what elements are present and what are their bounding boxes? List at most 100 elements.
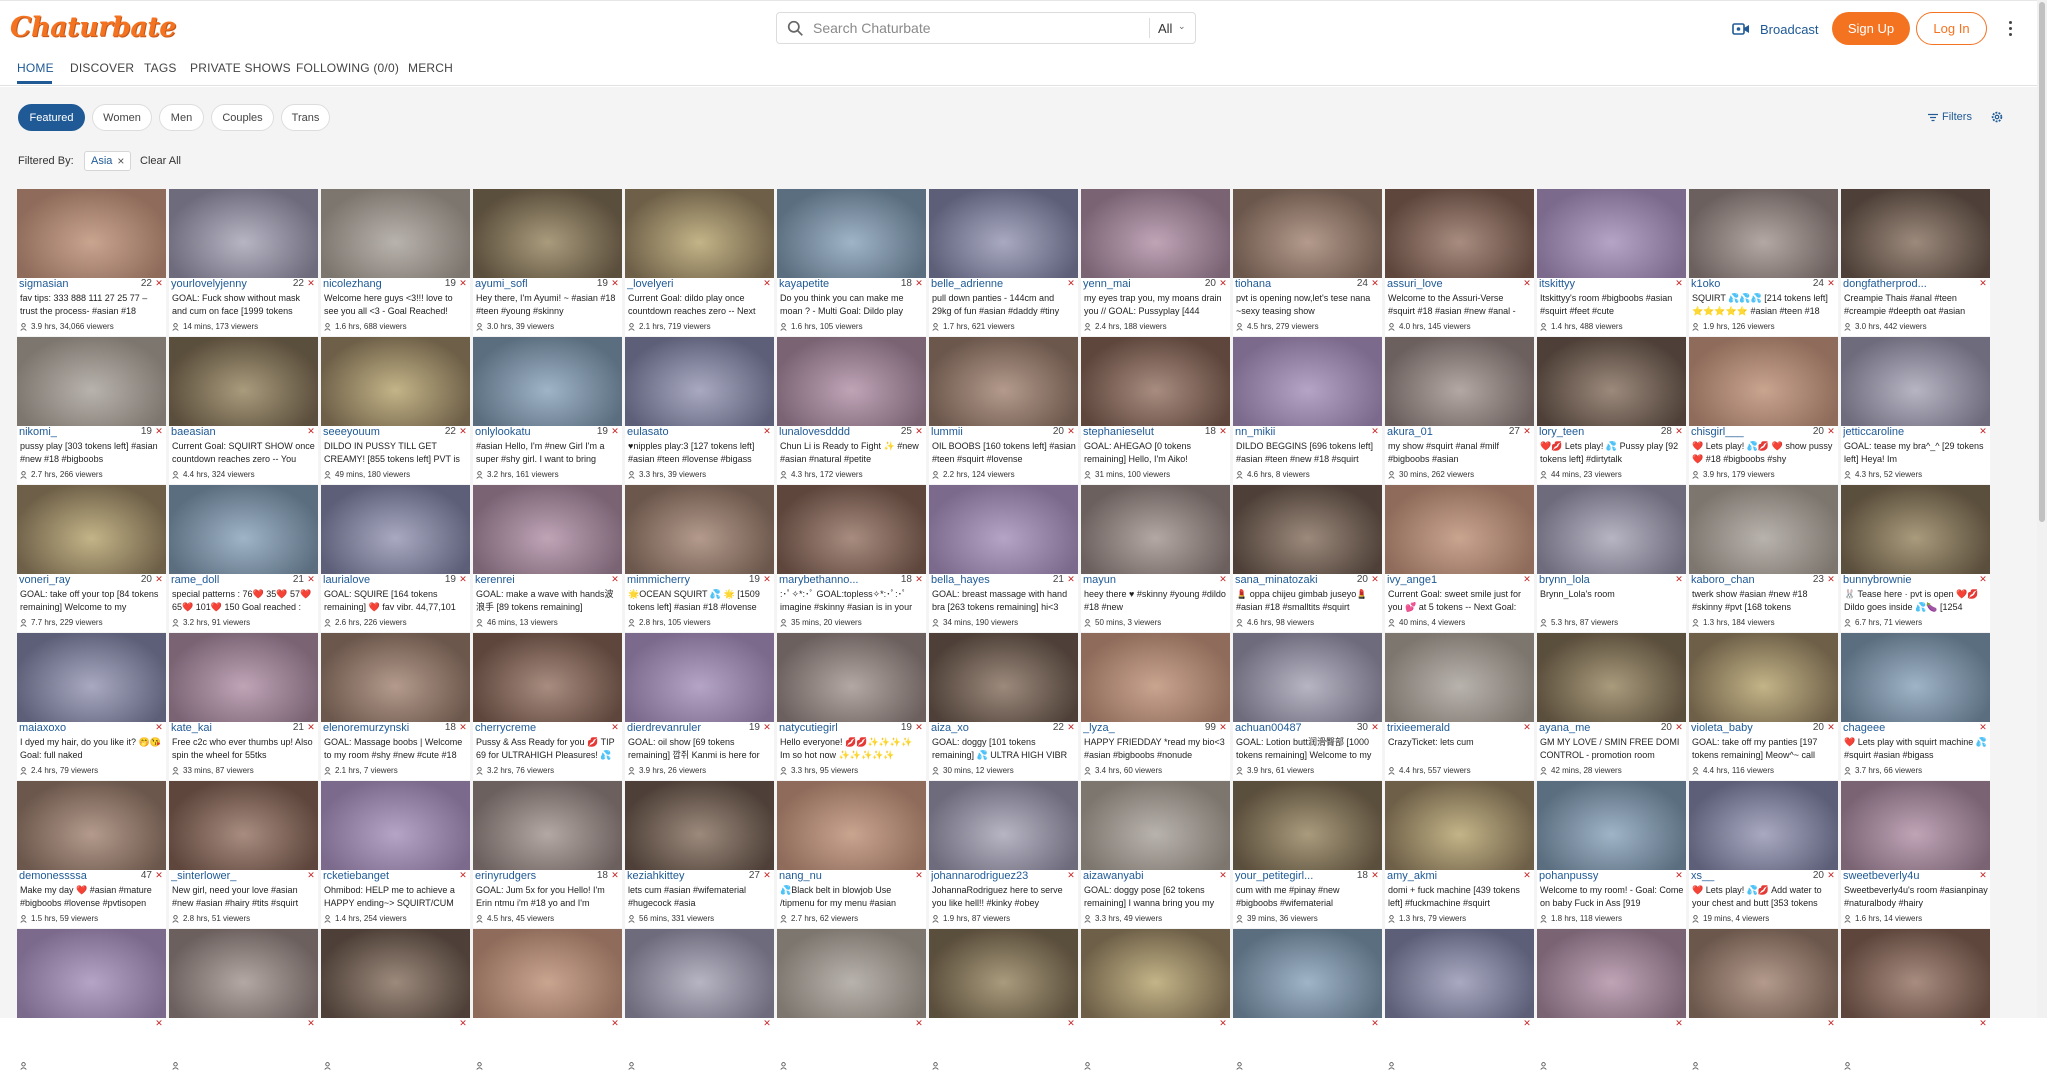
room-thumbnail[interactable] — [321, 485, 470, 574]
page-scrollbar[interactable] — [2037, 0, 2047, 1018]
room-username[interactable]: ivy_ange1 — [1387, 574, 1497, 586]
room-username[interactable]: jetticcaroline — [1843, 426, 1953, 438]
room-username[interactable]: chageee — [1843, 722, 1953, 734]
room-username[interactable] — [1843, 1018, 1953, 1030]
room-card[interactable]: ✕ — [1841, 929, 1990, 1076]
room-username[interactable]: pohanpussy — [1539, 870, 1649, 882]
category-trans[interactable]: Trans — [281, 104, 330, 131]
room-card[interactable]: chisgirl___ 20 ✕ ❤️ Lets play! 💦💋 ❤️ show p… — [1689, 337, 1838, 484]
room-thumbnail[interactable] — [17, 633, 166, 722]
room-thumbnail[interactable] — [1689, 929, 1838, 1018]
room-card[interactable]: ✕ — [1081, 929, 1230, 1076]
room-thumbnail[interactable] — [777, 633, 926, 722]
room-thumbnail[interactable] — [777, 929, 926, 1018]
room-card[interactable]: bella_hayes 21 ✕ GOAL: breast massage with … — [929, 485, 1078, 632]
room-thumbnail[interactable] — [777, 485, 926, 574]
room-card[interactable]: lummii 20 ✕ OIL BOOBS [160 tokens left] #as… — [929, 337, 1078, 484]
room-card[interactable]: yenn_mai 20 ✕ my eyes trap you, my moans dr… — [1081, 189, 1230, 336]
room-card[interactable]: kaboro_chan 23 ✕ twerk show #asian #new #18… — [1689, 485, 1838, 632]
room-thumbnail[interactable] — [1233, 633, 1382, 722]
tab-tags[interactable]: TAGS — [144, 61, 177, 75]
room-thumbnail[interactable] — [929, 633, 1078, 722]
room-card[interactable]: demonessssa 47 ✕ Make my day ❤️ #asian #mat… — [17, 781, 166, 928]
room-card[interactable]: violeta_baby 20 ✕ GOAL: take off my panties… — [1689, 633, 1838, 780]
clear-all-button[interactable]: Clear All — [140, 155, 181, 167]
category-women[interactable]: Women — [92, 104, 152, 131]
filters-button[interactable]: Filters — [1928, 111, 1972, 123]
room-thumbnail[interactable] — [1841, 929, 1990, 1018]
room-username[interactable]: laurialove — [323, 574, 433, 586]
room-username[interactable]: amy_akmi — [1387, 870, 1497, 882]
room-username[interactable] — [627, 1018, 737, 1030]
room-username[interactable]: violeta_baby — [1691, 722, 1801, 734]
room-username[interactable] — [171, 1018, 281, 1030]
room-username[interactable]: aizawanyabi — [1083, 870, 1193, 882]
room-username[interactable]: eulasato — [627, 426, 737, 438]
room-card[interactable]: yourlovelyjenny 22 ✕ GOAL: Fuck show withou… — [169, 189, 318, 336]
room-thumbnail[interactable] — [1233, 189, 1382, 278]
room-thumbnail[interactable] — [1841, 337, 1990, 426]
room-thumbnail[interactable] — [777, 189, 926, 278]
room-card[interactable]: _lyza_ 99 ✕ HAPPY FRIEDDAY *read my bio<3 #… — [1081, 633, 1230, 780]
room-username[interactable]: kate_kai — [171, 722, 281, 734]
tab-discover[interactable]: DISCOVER — [70, 61, 134, 75]
room-username[interactable] — [1083, 1018, 1193, 1030]
room-username[interactable] — [475, 1018, 585, 1030]
room-username[interactable]: trixieemerald — [1387, 722, 1497, 734]
room-username[interactable]: natycutiegirl — [779, 722, 889, 734]
room-card[interactable]: johannarodriguez23 ✕ JohannaRodriguez here… — [929, 781, 1078, 928]
room-thumbnail[interactable] — [777, 781, 926, 870]
room-thumbnail[interactable] — [1537, 337, 1686, 426]
room-username[interactable]: kerenrei — [475, 574, 585, 586]
room-username[interactable]: keziahkittey — [627, 870, 737, 882]
room-card[interactable]: rcketiebanget ✕ Ohmibod: HELP me to achiev… — [321, 781, 470, 928]
room-username[interactable]: bunnybrownie — [1843, 574, 1953, 586]
room-thumbnail[interactable] — [929, 485, 1078, 574]
room-thumbnail[interactable] — [1385, 189, 1534, 278]
room-thumbnail[interactable] — [1081, 189, 1230, 278]
room-thumbnail[interactable] — [1081, 633, 1230, 722]
room-card[interactable]: sana_minatozaki 20 ✕ 💄 oppa chijeu gimbab j… — [1233, 485, 1382, 632]
room-username[interactable]: elenoremurzynski — [323, 722, 433, 734]
room-card[interactable]: k1oko 24 ✕ SQUIRT 💦💦💦 [214 tokens left] ⭐⭐⭐… — [1689, 189, 1838, 336]
room-username[interactable]: assuri_love — [1387, 278, 1497, 290]
room-card[interactable]: ✕ — [17, 929, 166, 1076]
room-thumbnail[interactable] — [1841, 633, 1990, 722]
room-username[interactable]: nn_mikii — [1235, 426, 1345, 438]
room-thumbnail[interactable] — [625, 929, 774, 1018]
room-username[interactable] — [19, 1018, 129, 1030]
room-username[interactable]: bella_hayes — [931, 574, 1041, 586]
room-username[interactable]: sweetbeverly4u — [1843, 870, 1953, 882]
room-thumbnail[interactable] — [169, 929, 318, 1018]
room-thumbnail[interactable] — [1689, 781, 1838, 870]
room-thumbnail[interactable] — [1233, 781, 1382, 870]
room-thumbnail[interactable] — [321, 633, 470, 722]
category-couples[interactable]: Couples — [211, 104, 274, 131]
room-card[interactable]: your_petitegirl... 18 ✕ cum with me #pinay … — [1233, 781, 1382, 928]
room-card[interactable]: ✕ — [1689, 929, 1838, 1076]
room-thumbnail[interactable] — [473, 929, 622, 1018]
room-username[interactable]: itskittyy — [1539, 278, 1649, 290]
log-in-button[interactable]: Log In — [1916, 12, 1987, 45]
room-card[interactable]: sweetbeverly4u ✕ Sweetbeverly4u's room #as… — [1841, 781, 1990, 928]
room-thumbnail[interactable] — [1537, 929, 1686, 1018]
room-username[interactable]: voneri_ray — [19, 574, 129, 586]
room-thumbnail[interactable] — [1385, 633, 1534, 722]
room-username[interactable]: aiza_xo — [931, 722, 1041, 734]
room-card[interactable]: ✕ — [1233, 929, 1382, 1076]
room-thumbnail[interactable] — [17, 337, 166, 426]
room-card[interactable]: trixieemerald ✕ CrazyTicket: lets cum 4.4 h… — [1385, 633, 1534, 780]
room-username[interactable]: your_petitegirl... — [1235, 870, 1345, 882]
room-card[interactable]: nn_mikii ✕ DILDO BEGGINS [696 tokens left]… — [1233, 337, 1382, 484]
room-username[interactable]: yourlovelyjenny — [171, 278, 281, 290]
room-card[interactable]: mimmicherry 19 ✕ 🌟OCEAN SQUIRT 💦 🌟 [1509 to… — [625, 485, 774, 632]
room-username[interactable]: mayun — [1083, 574, 1193, 586]
room-thumbnail[interactable] — [17, 929, 166, 1018]
room-thumbnail[interactable] — [1081, 337, 1230, 426]
room-card[interactable]: ✕ — [625, 929, 774, 1076]
room-card[interactable]: bunnybrownie ✕ 🐰 Tease here · pvt is open … — [1841, 485, 1990, 632]
room-thumbnail[interactable] — [1841, 189, 1990, 278]
room-card[interactable]: dierdrevanruler 19 ✕ GOAL: oil show [69 tok… — [625, 633, 774, 780]
room-username[interactable]: rame_doll — [171, 574, 281, 586]
room-username[interactable]: maiaxoxo — [19, 722, 129, 734]
